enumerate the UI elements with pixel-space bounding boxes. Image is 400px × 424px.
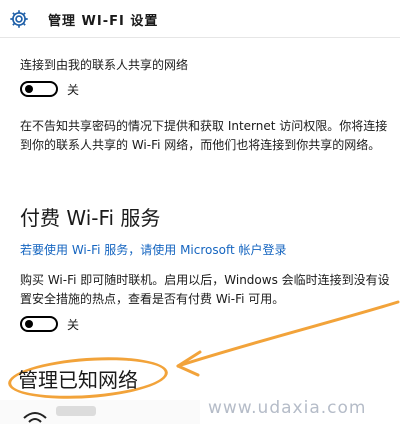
share-contacts-label: 连接到由我的联系人共享的网络 (20, 58, 189, 72)
known-networks-heading[interactable]: 管理已知网络 (18, 364, 138, 393)
network-name-blurred (56, 406, 96, 416)
share-contacts-toggle-state: 关 (67, 83, 80, 97)
share-contacts-description: 在不告知共享密码的情况下提供和获取 Internet 访问权限。你将连接到你的联… (20, 119, 388, 152)
gear-icon (10, 10, 28, 28)
annotation-arrow-icon (176, 300, 400, 377)
paid-wifi-heading: 付费 Wi-Fi 服务 (20, 206, 161, 230)
paid-wifi-toggle[interactable] (20, 316, 58, 332)
header-divider (0, 37, 400, 38)
wifi-icon (23, 412, 47, 423)
page-title: 管理 WI-FI 设置 (48, 14, 159, 29)
microsoft-account-login-link[interactable]: 若要使用 Wi-Fi 服务，请使用 Microsoft 帐户登录 (20, 241, 287, 258)
paid-wifi-toggle-state: 关 (67, 318, 80, 332)
settings-header: 管理 WI-FI 设置 (0, 0, 400, 38)
share-contacts-toggle[interactable] (20, 81, 58, 97)
toggle-knob (25, 85, 33, 93)
watermark: www.udaxia.com (208, 398, 367, 418)
toggle-knob (25, 320, 33, 328)
